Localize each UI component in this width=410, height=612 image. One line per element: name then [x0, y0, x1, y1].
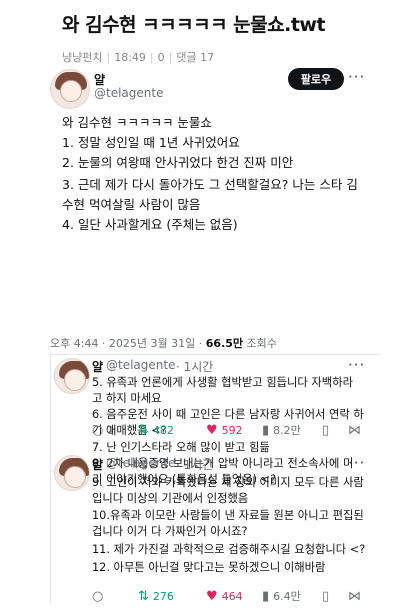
- follow-button[interactable]: 팔로우: [288, 68, 344, 90]
- view-count: 66.5만: [205, 337, 244, 350]
- retweet-action[interactable]: ⇅ 276: [138, 589, 206, 604]
- like-count: 464: [221, 589, 243, 603]
- views-label: 조회수: [243, 337, 277, 350]
- timestamp-text: 오후 4:44 · 2025년 3월 31일 ·: [50, 337, 206, 350]
- avatar[interactable]: [50, 69, 90, 109]
- author-handle[interactable]: @telagente: [106, 456, 175, 470]
- reply-action[interactable]: ○: [92, 589, 138, 604]
- post-meta: 냥냥펀치 | 18:49 | 0 | 댓글 17: [62, 51, 215, 64]
- avatar[interactable]: [54, 358, 90, 394]
- reply-action[interactable]: ○ 1: [92, 423, 138, 438]
- retweet-count: 276: [152, 589, 174, 603]
- speech-bubble-icon: ○: [92, 588, 104, 604]
- speech-bubble-icon: ○: [92, 422, 104, 438]
- reply-age: · 1시간: [176, 458, 214, 472]
- bar-chart-icon: ▮: [262, 588, 270, 604]
- reply-age: · 1시간: [176, 360, 214, 374]
- bar-chart-icon: ▮: [262, 422, 270, 438]
- retweet-icon: ⇅: [138, 588, 149, 604]
- more-options-icon[interactable]: ···: [348, 68, 365, 86]
- reply-text-line: 5. 유족과 언론에게 사생활 협박받고 힘듭니다 자백하라: [92, 376, 353, 389]
- reply-text-line: 겁니다 이거 다 가짜인거 아시죠?: [92, 525, 248, 538]
- avatar-face: [64, 466, 86, 488]
- more-options-icon[interactable]: ···: [348, 454, 365, 472]
- like-action[interactable]: ♥ 464: [206, 589, 262, 604]
- reply-text-line: 12. 아무튼 아닌걸 맞다고는 못하겠으니 이해바람: [92, 561, 326, 574]
- avatar-face: [64, 369, 86, 391]
- retweet-icon: ⇅: [138, 422, 149, 438]
- share-icon: ⋈: [348, 588, 361, 604]
- view-count: 8.2만: [273, 424, 301, 437]
- bookmark-icon: ▯: [322, 588, 330, 604]
- tweet-text-line: 수현 먹여살릴 사람이 많음: [62, 197, 201, 212]
- author-handle[interactable]: @telagente: [106, 358, 175, 372]
- reply-text-line: 11. 제가 가진걸 과학적으로 검증해주시길 요청합니다 <?: [92, 543, 366, 556]
- tweet-timestamp: 오후 4:44 · 2025년 3월 31일 · 66.5만 조회수: [50, 335, 277, 351]
- reply-text-line: 10.유족과 이모란 사람들이 낸 자료들 원본 아니고 편집된: [92, 509, 364, 522]
- views-action[interactable]: ▮ 8.2만: [262, 422, 322, 438]
- post-likes: 0: [157, 51, 165, 64]
- post-title: 와 김수현 ㅋㅋㅋㅋㅋ 눈물쇼.twt: [62, 14, 326, 36]
- avatar-face: [60, 80, 82, 102]
- tweet-text-line: 4. 일단 사과할게요 (주체는 없음): [62, 217, 238, 232]
- bookmark-action[interactable]: ▯: [322, 589, 348, 604]
- tweet-actions: ○ ⇅ 276 ♥ 464 ▮ 6.4만 ▯ ⋈: [92, 586, 372, 606]
- tweet-text-line: 1. 정말 성인일 때 1년 사귀었어요: [62, 135, 240, 150]
- like-count: 592: [221, 423, 243, 437]
- heart-icon: ♥: [206, 422, 218, 438]
- tweet-actions: ○ 1 ⇅ 482 ♥ 592 ▮ 8.2만 ▯ ⋈: [92, 420, 372, 440]
- reply-text-line: 입니다 미상의 기관에서 인정했음: [92, 492, 249, 505]
- reply-count: 1: [107, 423, 115, 437]
- author-handle[interactable]: @telagente: [94, 86, 163, 100]
- share-action[interactable]: ⋈: [348, 589, 366, 604]
- bookmark-icon: ▯: [322, 422, 330, 438]
- post-time: 18:49: [114, 51, 146, 64]
- share-action[interactable]: ⋈: [348, 423, 366, 438]
- reply-text-line: 9. 고인이 저와 카톡했다는 세 장의 이미지 모두 다른 사람: [92, 476, 364, 489]
- heart-icon: ♥: [206, 588, 218, 604]
- tweet-text-line: 2. 눈물의 여왕때 안사귀었다 한건 진짜 미안: [62, 155, 294, 170]
- more-options-icon[interactable]: ···: [348, 356, 365, 374]
- comments-count[interactable]: 댓글 17: [176, 51, 214, 64]
- thread-border: [50, 354, 51, 604]
- bookmark-action[interactable]: ▯: [322, 423, 348, 438]
- retweet-count: 482: [152, 423, 174, 437]
- reply-text-line: 7. 난 인기스타라 오해 많이 받고 힘듦: [92, 441, 270, 454]
- views-action[interactable]: ▮ 6.4만: [262, 588, 322, 604]
- author-name[interactable]: 얄: [92, 358, 103, 375]
- tweet-text-line: 3. 근데 제가 다시 돌아가도 그 선택할걸요? 나는 스타 김: [62, 177, 358, 192]
- divider: [50, 354, 380, 355]
- share-icon: ⋈: [348, 422, 361, 438]
- tweet-text-line: 와 김수현 ㅋㅋㅋㅋㅋ 눈물쇼: [62, 115, 212, 130]
- author-name[interactable]: 얄: [92, 456, 103, 473]
- board-name[interactable]: 냥냥펀치: [62, 51, 102, 64]
- retweet-action[interactable]: ⇅ 482: [138, 423, 206, 438]
- reply-text-line: 고 하지 마세요: [92, 392, 162, 405]
- view-count: 6.4만: [273, 590, 301, 603]
- avatar[interactable]: [54, 455, 90, 491]
- like-action[interactable]: ♥ 592: [206, 423, 262, 438]
